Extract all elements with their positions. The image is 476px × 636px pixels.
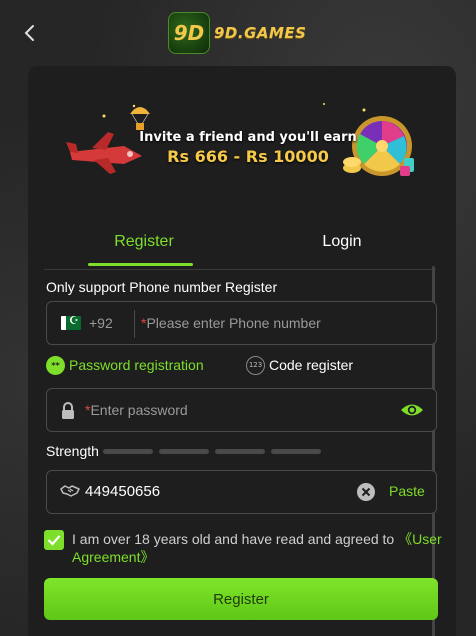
code-register-label: Code register [269, 357, 354, 373]
agreement-statement: I am over 18 years old and have read and… [72, 531, 399, 547]
numeric-code-icon: 123 [246, 355, 265, 375]
strength-bar-2 [159, 449, 209, 454]
eye-icon[interactable] [400, 401, 424, 419]
phone-section-label: Only support Phone number Register [46, 279, 278, 295]
strength-bar-1 [103, 449, 153, 454]
pakistan-flag-icon [61, 316, 81, 330]
active-tab-indicator [88, 263, 193, 266]
register-button[interactable]: Register [44, 578, 438, 620]
phone-field[interactable]: +92 *Please enter Phone number [46, 301, 437, 345]
handshake-icon [60, 485, 80, 497]
logo-text: 9D.GAMES [214, 24, 307, 42]
password-dots-icon: ** [46, 355, 65, 375]
agreement-checkbox[interactable] [44, 530, 64, 550]
back-button[interactable] [16, 20, 42, 46]
password-placeholder: Enter password [90, 402, 188, 418]
password-input[interactable]: *Enter password [85, 402, 188, 418]
phone-placeholder: Please enter Phone number [146, 315, 321, 331]
code-register-option[interactable]: 123 Code register [246, 354, 353, 376]
clear-icon[interactable] [356, 482, 376, 502]
tab-register[interactable]: Register [44, 218, 244, 266]
banner-reward: Rs 666 - Rs 10000 [167, 147, 329, 166]
top-bar: 9D 9D.GAMES [0, 0, 476, 66]
parachute-icon [130, 107, 150, 130]
banner-text: Invite a friend and you'll earn Rs 666 -… [138, 130, 358, 166]
logo-mark: 9D [168, 12, 210, 54]
strength-bar-3 [215, 449, 265, 454]
country-code[interactable]: +92 [89, 315, 113, 331]
banner-headline: Invite a friend and you'll earn [139, 130, 357, 145]
invite-banner[interactable]: Invite a friend and you'll earn Rs 666 -… [64, 96, 420, 184]
logo: 9D 9D.GAMES [168, 12, 306, 54]
captcha-field[interactable]: 449450656 Paste [46, 470, 437, 514]
strength-bar-4 [271, 449, 321, 454]
phone-input[interactable]: *Please enter Phone number [141, 315, 321, 331]
airplane-icon [66, 132, 142, 174]
captcha-input[interactable]: 449450656 [85, 483, 160, 500]
tabs-divider [44, 269, 436, 270]
strength-label: Strength [46, 443, 99, 459]
register-card: Invite a friend and you'll earn Rs 666 -… [28, 66, 456, 636]
registration-method-options: ** Password registration 123 Code regist… [46, 354, 438, 376]
field-divider [134, 310, 135, 338]
tab-login[interactable]: Login [242, 218, 442, 266]
check-icon [47, 535, 61, 546]
lock-icon [62, 402, 74, 419]
agreement-text: I am over 18 years old and have read and… [72, 530, 442, 566]
chevron-left-icon [24, 25, 34, 41]
paste-button[interactable]: Paste [389, 483, 425, 499]
password-field[interactable]: *Enter password [46, 388, 437, 432]
password-registration-option[interactable]: ** Password registration [46, 354, 204, 376]
password-registration-label: Password registration [69, 357, 204, 373]
auth-tabs: Register Login [28, 218, 456, 266]
